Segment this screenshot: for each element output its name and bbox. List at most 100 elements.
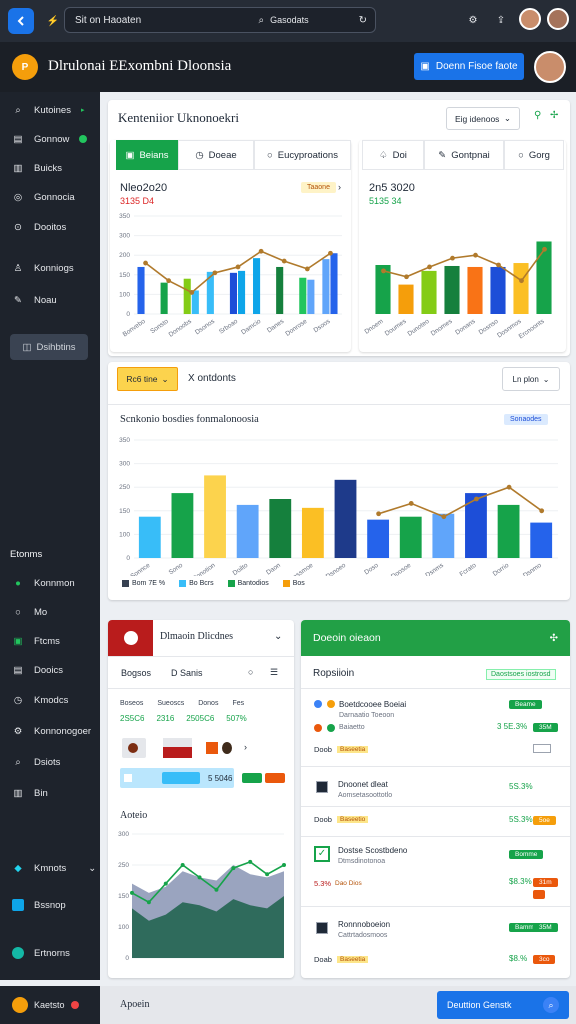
entry-footer-badge: Baseetia <box>337 746 369 753</box>
magnifier-icon: ⊙ <box>14 221 22 233</box>
user-chip[interactable]: Kaetsto <box>0 986 100 1024</box>
entry-action[interactable]: Bomme <box>509 850 544 859</box>
tab-doi[interactable]: ♤ Doi <box>362 140 424 170</box>
entry-sub: Darnaatio Toeoon <box>339 712 395 719</box>
clock-icon <box>108 620 153 656</box>
check-icon[interactable]: ✓ <box>314 846 330 862</box>
sidebar-footer-item-0[interactable]: ◆ Kmnots ⌄ <box>12 858 96 878</box>
stat-labels: Boseos Sueoscs Donos Fes <box>120 700 245 707</box>
sidebar-footer-item-1[interactable]: Bssnop <box>12 895 66 915</box>
legend-item-0: Bom 7E % <box>122 580 165 587</box>
data-point <box>376 511 382 517</box>
x-tick-label: Dsnoeo <box>325 562 348 576</box>
bar <box>497 504 520 558</box>
left-tabs: ▣ Beians ◷ Doeae ○ Eucyproations <box>116 140 351 170</box>
sidebar-item-4[interactable]: ⊙ Dooitos <box>12 217 66 237</box>
avatar[interactable] <box>519 8 541 30</box>
entry-pill: 35M <box>533 923 558 932</box>
chevron-right-icon[interactable]: › <box>244 742 247 752</box>
y-tick-label: 150 <box>119 272 130 279</box>
entry-pill <box>533 890 545 899</box>
tab-1[interactable]: ◷ Doeae <box>178 140 254 170</box>
sidebar-section-item-5[interactable]: ⚙ Konnonogoer <box>12 721 91 741</box>
col-label-0: Bogsos <box>121 668 152 678</box>
tab-gontpnai[interactable]: ✎ Gontpnai <box>424 140 504 170</box>
sidebar-item-0[interactable]: ⌕ Kutoines ▸ <box>12 100 84 120</box>
divider <box>301 766 570 767</box>
sidebar-section-item-4[interactable]: ◷ Kmodcs <box>12 690 68 710</box>
bar <box>253 258 261 314</box>
x-tick-label: Ercnoonts <box>518 317 547 340</box>
sidebar-section-item-3[interactable]: ▤ Dooics <box>12 660 64 680</box>
book-icon: ▥ <box>13 787 23 799</box>
share-icon[interactable]: ⇪ <box>492 11 510 29</box>
circle-icon[interactable]: ○ <box>248 667 253 677</box>
sidebar-section-label: Etonms <box>10 548 43 560</box>
checkbox[interactable] <box>533 744 551 753</box>
y-tick-label: 350 <box>119 437 130 444</box>
entry-name: Ronnnoboeion <box>338 920 391 929</box>
header-button[interactable]: ▣ Doenn Fisoe faote <box>414 53 524 80</box>
avatar[interactable] <box>547 8 569 30</box>
bar <box>490 266 506 314</box>
doc-icon: ▣ <box>125 149 135 161</box>
tree-icon[interactable]: ✢ <box>550 110 558 121</box>
address-bar[interactable]: Sit on Haoaten ⌕ Gasodats ↻ <box>64 7 376 33</box>
sidebar-item-5[interactable]: ♙ Konniogs <box>12 258 74 278</box>
data-point <box>539 508 545 514</box>
data-point <box>519 278 524 284</box>
bolt-icon[interactable]: ⚡ <box>44 12 62 30</box>
sidebar-section-item-2[interactable]: ▣ Ftcms <box>12 631 60 651</box>
sidebar-section-item-7[interactable]: ▥ Bin <box>12 783 48 803</box>
sidebar-item-2[interactable]: ▥ Buicks <box>12 158 62 178</box>
y-tick-label: 250 <box>119 484 130 491</box>
entry-action[interactable]: Beame <box>509 700 542 709</box>
tree-icon[interactable]: ✣ <box>550 633 558 644</box>
sidebar-section-item-1[interactable]: ○ Mo <box>12 602 47 622</box>
list-icon[interactable]: ☰ <box>270 667 278 678</box>
bar <box>513 263 529 314</box>
notification-dot <box>70 1001 79 1009</box>
chevron-down-icon[interactable]: ⌄ <box>274 631 282 642</box>
x-tick-label: Dsoos <box>312 317 332 334</box>
range-dropdown[interactable]: Eig idenoos ⌄ <box>446 107 520 130</box>
tab-0[interactable]: ▣ Beians <box>116 140 178 170</box>
x-tick-label: Damcio <box>240 318 262 337</box>
data-point <box>163 881 168 886</box>
chevron-right-icon[interactable]: › <box>338 182 341 192</box>
gear-icon[interactable]: ⚙ <box>464 11 482 29</box>
back-button[interactable] <box>8 8 34 34</box>
user-avatar[interactable] <box>534 51 566 83</box>
bar <box>432 513 455 558</box>
bar <box>301 507 324 558</box>
sidebar-item-6[interactable]: ✎ Noau <box>12 290 57 310</box>
tab-gorg[interactable]: ○ Gorg <box>504 140 564 170</box>
sidebar-item-1[interactable]: ▤ Gonnow <box>12 129 88 149</box>
sidebar-item-3[interactable]: ◎ Gonnocia <box>12 187 75 207</box>
legend-item-1: Bo Bcrs <box>179 580 214 587</box>
price-bar[interactable]: 5 5046 <box>120 768 234 788</box>
sidebar-section-item-6[interactable]: ⌕ Dsiots <box>12 752 60 772</box>
x-tick-label: Fcrato <box>459 562 478 576</box>
sidebar-action-button[interactable]: ◫ Dsihbtins <box>10 334 88 360</box>
legend: Bom 7E % Bo Bcrs Bantodios Bos <box>122 580 305 587</box>
list-icon: ▤ <box>13 664 23 676</box>
x-tick-label: Dnomes <box>430 317 454 337</box>
filter-button[interactable]: Rc6 tine ⌄ <box>117 367 178 391</box>
divider <box>108 688 294 689</box>
tab-2[interactable]: ○ Eucyproations <box>254 140 351 170</box>
refresh-icon[interactable]: ↻ <box>359 15 367 26</box>
middle-bar-chart: 0 100 150 250 300 350 Sonnce Sono Donotion Doilto… <box>119 437 558 576</box>
entry-footer: Doab <box>314 955 332 964</box>
pin-icon[interactable]: ⚲ <box>534 110 541 121</box>
sidebar-footer-item-2[interactable]: Ertnorns <box>12 943 70 963</box>
bottom-button[interactable]: Deuttion Genstk ⌕ <box>437 991 569 1019</box>
plan-select[interactable]: Ln plon ⌄ <box>502 367 560 391</box>
middle-chip[interactable]: Sonaodes <box>504 414 548 425</box>
dot-icon <box>314 724 322 732</box>
bar <box>467 266 483 314</box>
data-point <box>542 246 547 252</box>
sidebar-section-item-0[interactable]: ● Konnmon <box>12 573 75 593</box>
y-tick-label: 0 <box>125 955 129 962</box>
bar <box>160 282 168 314</box>
